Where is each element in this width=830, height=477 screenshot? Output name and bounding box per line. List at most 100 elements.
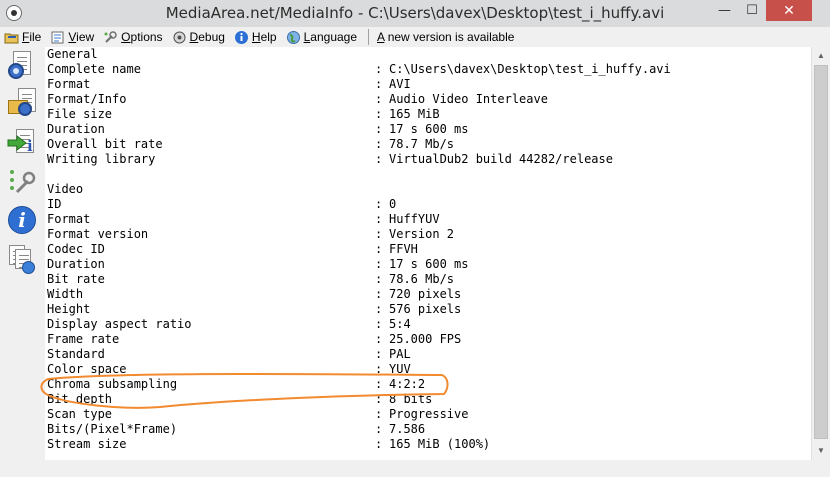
section-heading-general: General <box>47 47 98 61</box>
close-button[interactable]: ✕ <box>766 0 812 21</box>
field-value: Progressive <box>389 407 469 421</box>
info-row: ID:0 <box>47 197 671 212</box>
field-separator: : <box>375 92 383 106</box>
open-folder-icon[interactable] <box>6 86 38 118</box>
menu-help[interactable]: Help <box>230 27 282 47</box>
menu-bar: File View Options Debug Help Language A … <box>0 27 830 47</box>
field-value: Version 2 <box>389 227 455 241</box>
menu-debug-label: Debug <box>189 30 225 44</box>
info-row: Format version: Version 2 <box>47 227 671 242</box>
field-value: 5:4 <box>389 317 411 331</box>
menu-view-label: View <box>68 30 95 44</box>
field-separator: : <box>375 407 383 421</box>
field-value: 720 pixels <box>389 287 462 301</box>
field-name: Format/Info <box>47 92 127 106</box>
field-name: Stream size <box>47 437 127 451</box>
info-row: Standard: PAL <box>47 347 671 362</box>
info-row: File size:165 MiB <box>47 107 671 122</box>
info-text-panel[interactable]: General Complete name: C:\Users\davex\Des… <box>45 47 811 460</box>
field-separator: : <box>375 62 383 76</box>
field-value: AVI <box>389 77 411 91</box>
field-separator: : <box>375 242 383 256</box>
info-row: Bit depth:8 bits <box>47 392 671 407</box>
field-value: 165 MiB (100%) <box>389 437 491 451</box>
field-separator: : <box>375 137 383 151</box>
info-row-chroma-subsampling: Chroma subsampling:4:2:2 <box>47 377 671 392</box>
field-name: Format <box>47 77 91 91</box>
field-separator: : <box>375 347 383 361</box>
field-name: Complete name <box>47 62 141 76</box>
field-separator: : <box>375 362 383 376</box>
field-separator: : <box>375 122 383 136</box>
scroll-up-arrow-icon[interactable]: ▲ <box>812 47 830 64</box>
field-name: Duration <box>47 122 105 136</box>
menu-options-label: Options <box>121 30 163 44</box>
field-separator: : <box>375 257 383 271</box>
info-row: Format: AVI <box>47 77 671 92</box>
field-separator: : <box>375 227 383 241</box>
menu-view[interactable]: View <box>46 27 99 47</box>
field-name: Color space <box>47 362 127 376</box>
menu-options[interactable]: Options <box>99 27 167 47</box>
field-separator: : <box>375 437 383 451</box>
field-value: FFVH <box>389 242 418 256</box>
view-icon <box>50 30 65 45</box>
info-row: Format/Info: Audio Video Interleave <box>47 92 671 107</box>
field-value: 165 MiB <box>389 107 440 121</box>
field-name: Bit rate <box>47 272 105 286</box>
debug-icon <box>172 30 187 45</box>
field-name: Writing library <box>47 152 156 166</box>
field-name: Codec ID <box>47 242 105 256</box>
info-row: Bit rate:78.6 Mb/s <box>47 272 671 287</box>
field-name: Scan type <box>47 407 113 421</box>
field-value: YUV <box>389 362 411 376</box>
window-title: MediaArea.net/MediaInfo - C:\Users\davex… <box>165 4 665 22</box>
export-icon[interactable]: i <box>6 127 38 159</box>
field-name: Overall bit rate <box>47 137 163 151</box>
field-name: Format <box>47 212 91 226</box>
info-row: Stream size:165 MiB (100%) <box>47 437 671 452</box>
field-name: File size <box>47 107 113 121</box>
field-value: 17 s 600 ms <box>389 122 469 136</box>
info-row: Display aspect ratio:5:4 <box>47 317 671 332</box>
field-value: 4:2:2 <box>389 377 426 391</box>
field-separator: : <box>375 317 383 331</box>
minimize-button[interactable]: — <box>711 0 738 21</box>
field-value: 78.7 Mb/s <box>389 137 455 151</box>
title-bar: MediaArea.net/MediaInfo - C:\Users\davex… <box>0 0 830 27</box>
menu-debug[interactable]: Debug <box>168 27 230 47</box>
field-value: Audio Video Interleave <box>389 92 548 106</box>
field-value: 0 <box>389 197 397 211</box>
field-separator: : <box>375 392 383 406</box>
field-value: PAL <box>389 347 411 361</box>
help-icon <box>234 30 249 45</box>
scroll-down-arrow-icon[interactable]: ▼ <box>812 442 830 459</box>
about-icon[interactable]: i <box>6 205 38 237</box>
menu-help-label: Help <box>251 30 277 44</box>
info-row: Bits/(Pixel*Frame):7.586 <box>47 422 671 437</box>
menu-file[interactable]: File <box>0 27 46 47</box>
field-name: Chroma subsampling <box>47 377 178 391</box>
globe-icon <box>286 30 301 45</box>
knowledge-base-icon[interactable] <box>6 244 38 276</box>
info-row: Height:576 pixels <box>47 302 671 317</box>
menu-language[interactable]: Language <box>282 27 362 47</box>
info-row: Scan type: Progressive <box>47 407 671 422</box>
info-row: Color space: YUV <box>47 362 671 377</box>
open-file-icon[interactable] <box>6 49 38 81</box>
field-value: 7.586 <box>389 422 426 436</box>
field-separator: : <box>375 77 383 91</box>
maximize-button[interactable]: ☐ <box>739 0 765 21</box>
field-separator: : <box>375 422 383 436</box>
preferences-icon[interactable] <box>6 166 38 198</box>
bottom-window-edge <box>45 460 830 477</box>
field-separator: : <box>375 197 383 211</box>
field-value: 78.6 Mb/s <box>389 272 455 286</box>
info-row: Width:720 pixels <box>47 287 671 302</box>
info-lines: General Complete name: C:\Users\davex\Des… <box>47 47 671 452</box>
menu-new-version[interactable]: A new version is available <box>373 27 519 47</box>
field-name: Duration <box>47 257 105 271</box>
scrollbar-thumb[interactable] <box>814 65 828 439</box>
vertical-scrollbar[interactable]: ▲ ▼ <box>811 47 830 460</box>
